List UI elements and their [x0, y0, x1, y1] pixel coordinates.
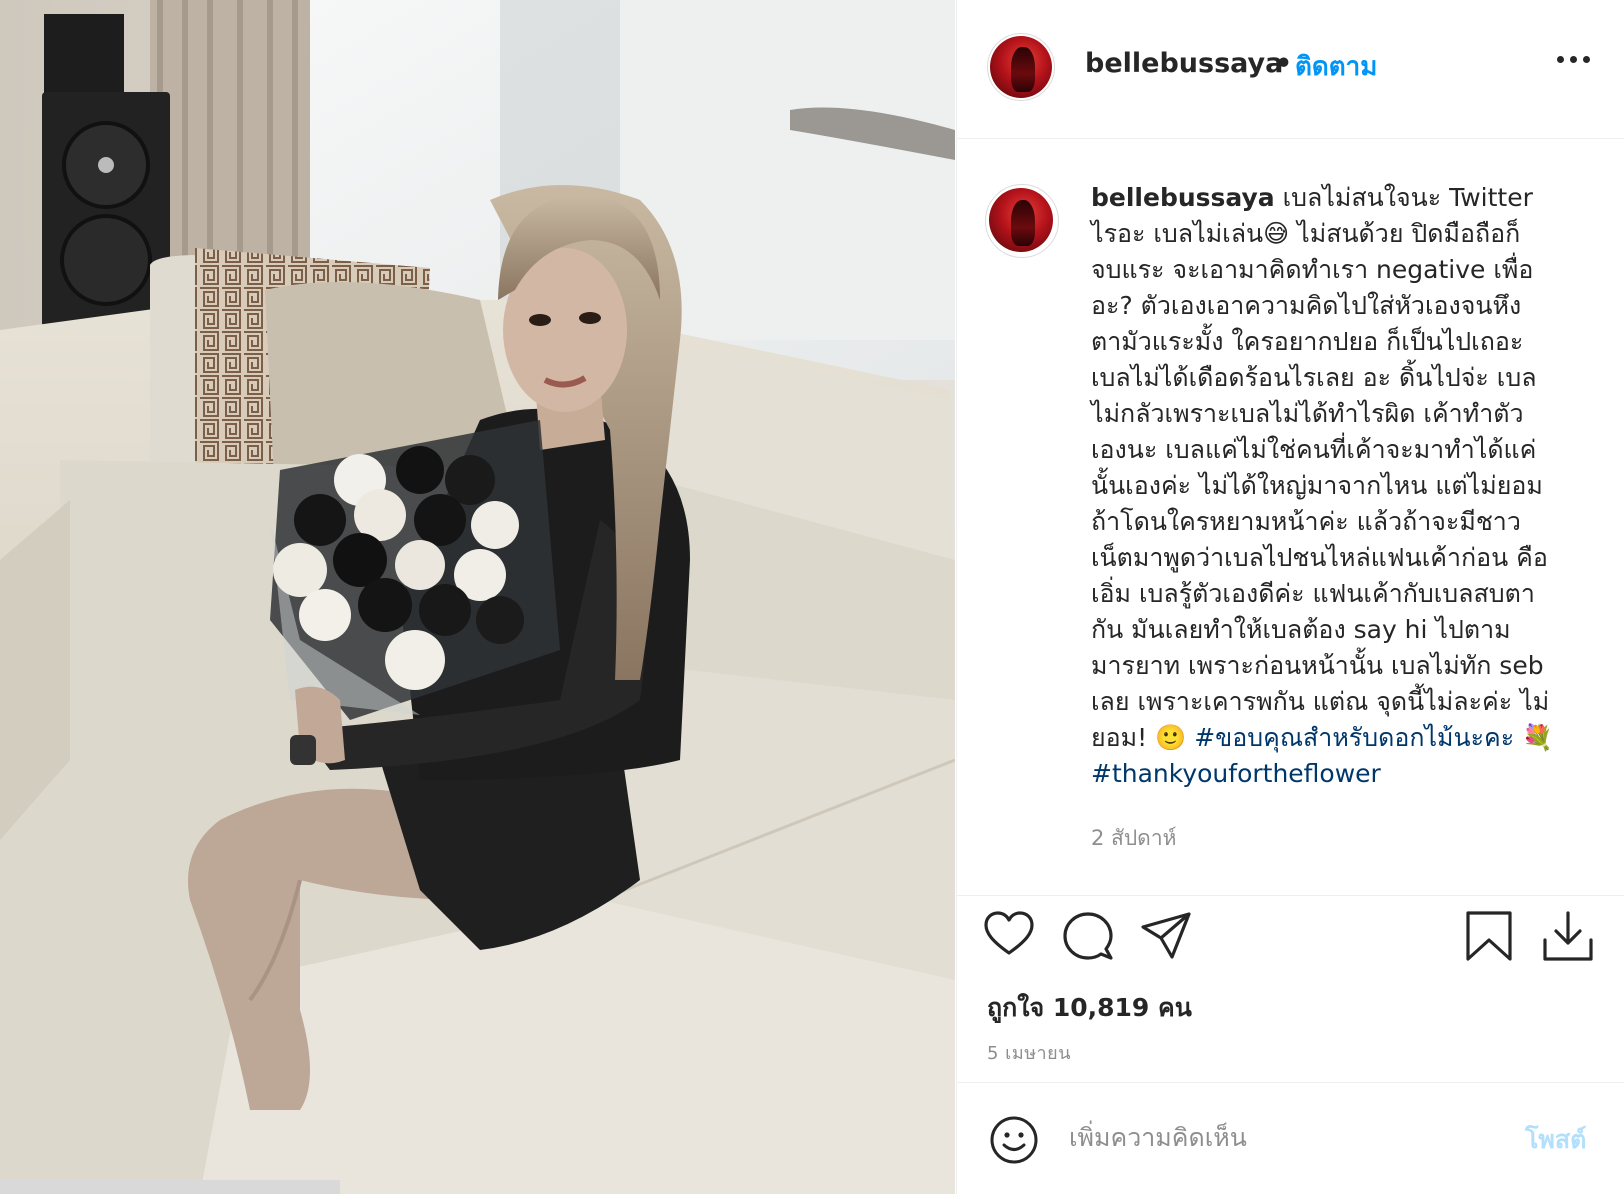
post-button[interactable]: โพสต์: [1525, 1120, 1586, 1160]
caption: bellebussaya เบลไม่สนใจนะ Twitter ไรอะ เ…: [1091, 180, 1601, 792]
caption-text-line: ไรอะ เบลไม่เล่น😅 ไม่สนด้วย ปิดมือถือก็: [1091, 219, 1521, 248]
caption-text-line: เอิ่ม เบลรู้ตัวเองดีค่ะ แฟนเค้ากับเบลสบต…: [1091, 579, 1535, 608]
caption-text-line: เลย เพราะเคารพกัน แต่ณ จุดนี้ไม่ละค่ะ ไม…: [1091, 687, 1550, 716]
hashtag-link[interactable]: #thankyoufortheflower: [1091, 756, 1601, 792]
caption-text-line: มารยาท เพราะก่อนหน้านั้น เบลไม่ทัก seb: [1091, 651, 1544, 680]
header-separator: •: [1275, 48, 1293, 79]
caption-text-line: เบลไม่สนใจนะ Twitter: [1282, 183, 1533, 212]
caption-last-line: ยอม! 🙂 #ขอบคุณสำหรับดอกไม้นะคะ 💐: [1091, 720, 1601, 756]
caption-text-line: ถ้าโดนใครหยามหน้าค่ะ แล้วถ้าจะมีชาว: [1091, 507, 1521, 536]
caption-text-line: จบแระ จะเอามาคิดทำเรา negative เพื่อ: [1091, 255, 1534, 284]
avatar[interactable]: [990, 36, 1052, 98]
more-options-icon[interactable]: [1557, 50, 1593, 70]
caption-time-ago[interactable]: 2 สัปดาห์: [1091, 822, 1176, 855]
bouquet-emoji: 💐: [1514, 723, 1554, 752]
post-panel: bellebussaya • ติดตาม bellebussaya เบลไม…: [956, 0, 1624, 1194]
comment-icon[interactable]: [1061, 910, 1115, 964]
post-header: bellebussaya • ติดตาม: [957, 0, 1624, 139]
caption-text-line: เบลไม่ได้เดือดร้อนไรเลย อะ ดิ้นไปจ่ะ เบล: [1091, 363, 1537, 392]
caption-text-end: ยอม! 🙂: [1091, 723, 1195, 752]
comment-input[interactable]: [1067, 1114, 1491, 1160]
bookmark-icon[interactable]: [1462, 910, 1516, 964]
follow-button[interactable]: ติดตาม: [1295, 46, 1377, 87]
paper-plane-icon[interactable]: [1139, 910, 1193, 964]
photo-illustration: [0, 0, 955, 1194]
caption-avatar[interactable]: [989, 188, 1053, 252]
caption-text-line: เองนะ เบลแค่ไม่ใช่คนที่เค้าจะมาทำได้แค่: [1091, 435, 1537, 464]
download-icon[interactable]: [1541, 910, 1595, 964]
divider: [957, 895, 1624, 896]
header-username[interactable]: bellebussaya: [1085, 48, 1283, 79]
caption-text-line: เน็ตมาพูดว่าเบลไปชนไหล่แฟนเค้าก่อน คือ: [1091, 543, 1548, 572]
post-date[interactable]: 5 เมษายน: [987, 1038, 1071, 1067]
heart-icon[interactable]: [982, 908, 1036, 962]
divider: [957, 1082, 1624, 1083]
post-photo[interactable]: [0, 0, 955, 1194]
caption-text-line: อะ? ตัวเองเอาความคิดไปใส่หัวเองจนหึง: [1091, 291, 1522, 320]
caption-first-line: bellebussaya เบลไม่สนใจนะ Twitter: [1091, 180, 1601, 216]
hashtag-link[interactable]: #ขอบคุณสำหรับดอกไม้นะคะ: [1194, 723, 1514, 752]
caption-username[interactable]: bellebussaya: [1091, 183, 1275, 212]
caption-text-line: นั้นเองค่ะ ไม่ได้ใหญ่มาจากไหน แต่ไม่ยอม: [1091, 471, 1543, 500]
likes-count[interactable]: ถูกใจ 10,819 คน: [987, 988, 1192, 1028]
caption-text-line: กัน มันเลยทำให้เบลต้อง say hi ไปตาม: [1091, 615, 1511, 644]
smiley-icon[interactable]: [989, 1115, 1039, 1165]
caption-text-line: ตามัวแระมั้ง ใครอยากปยอ ก็เป็นไปเถอะ: [1091, 327, 1524, 356]
caption-text-line: ไม่กลัวเพราะเบลไม่ได้ทำไรผิด เค้าทำตัว: [1091, 399, 1524, 428]
